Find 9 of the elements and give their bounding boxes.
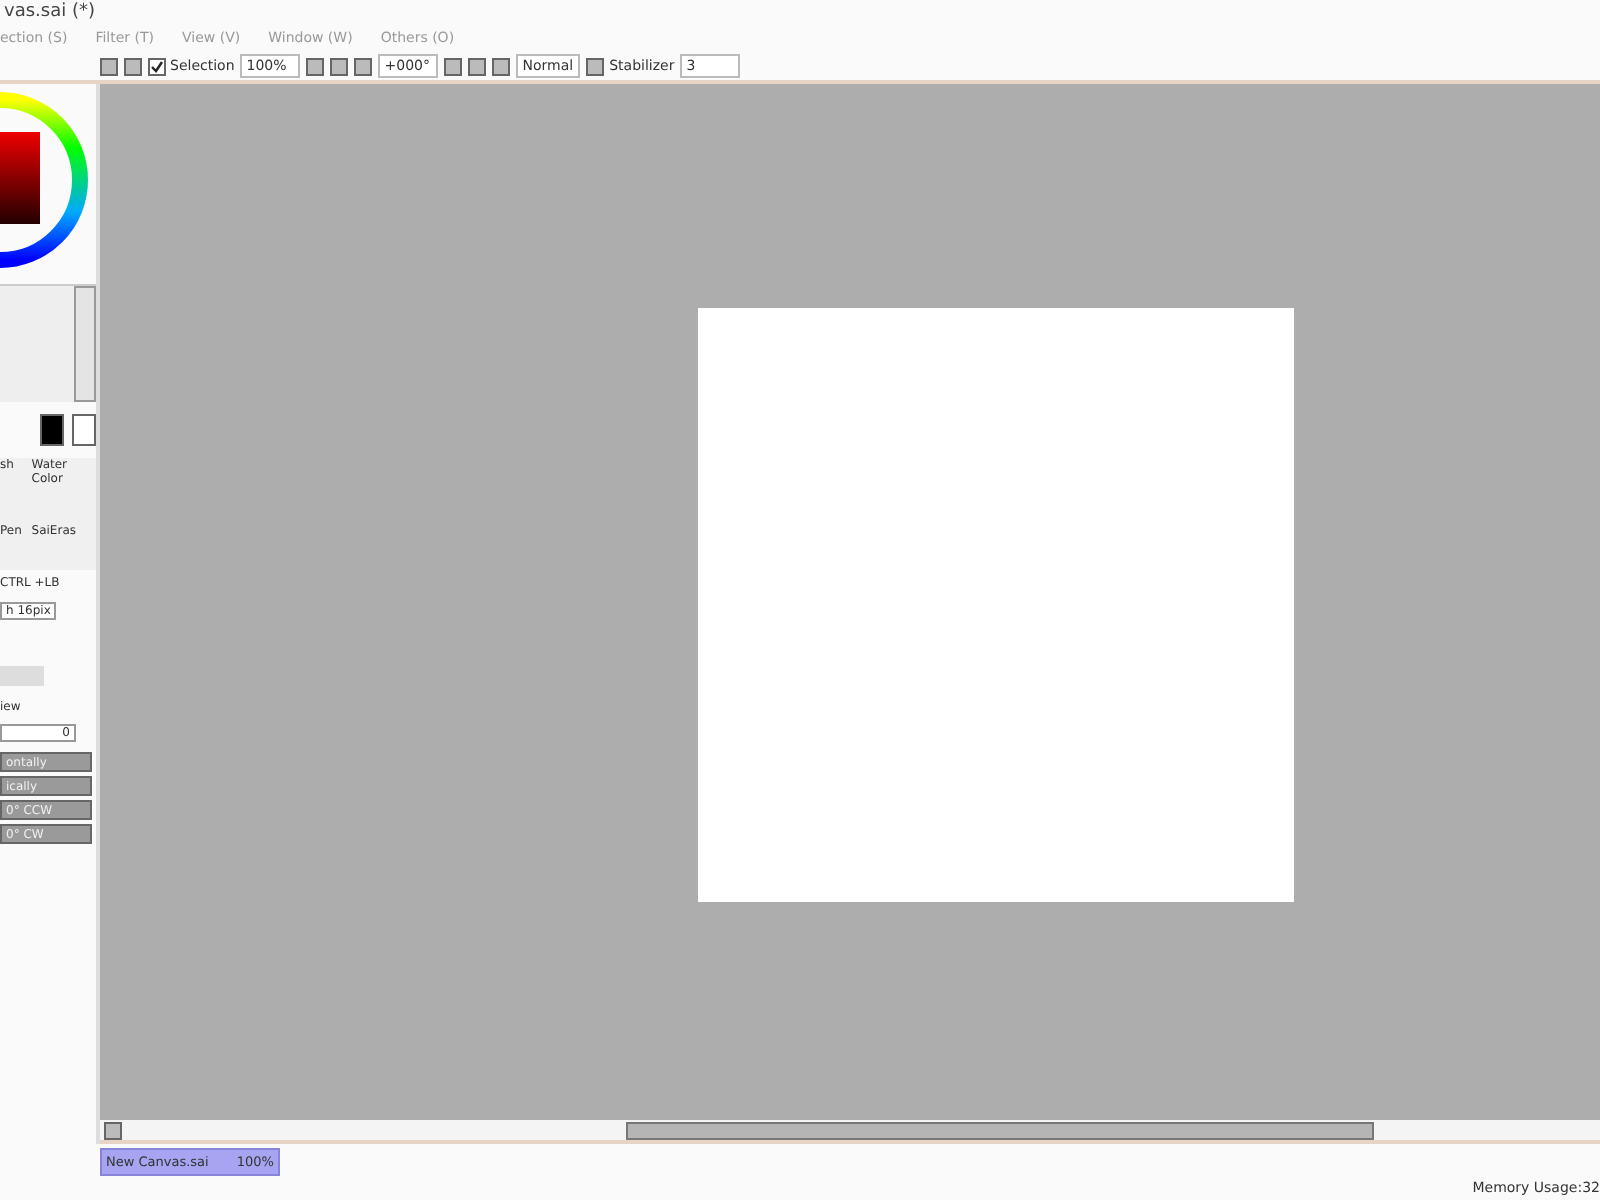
toolbar-button[interactable] — [585, 57, 604, 75]
scrollbar[interactable] — [74, 286, 96, 402]
horizontal-scrollbar[interactable] — [100, 1120, 1600, 1144]
scroll-button[interactable] — [104, 1121, 122, 1139]
scroll-thumb[interactable] — [626, 1121, 1374, 1139]
check-icon — [150, 59, 164, 73]
window-title: vas.sai (*) — [2, 0, 97, 24]
color-swatch[interactable] — [72, 414, 96, 446]
color-swatch[interactable] — [40, 414, 64, 446]
